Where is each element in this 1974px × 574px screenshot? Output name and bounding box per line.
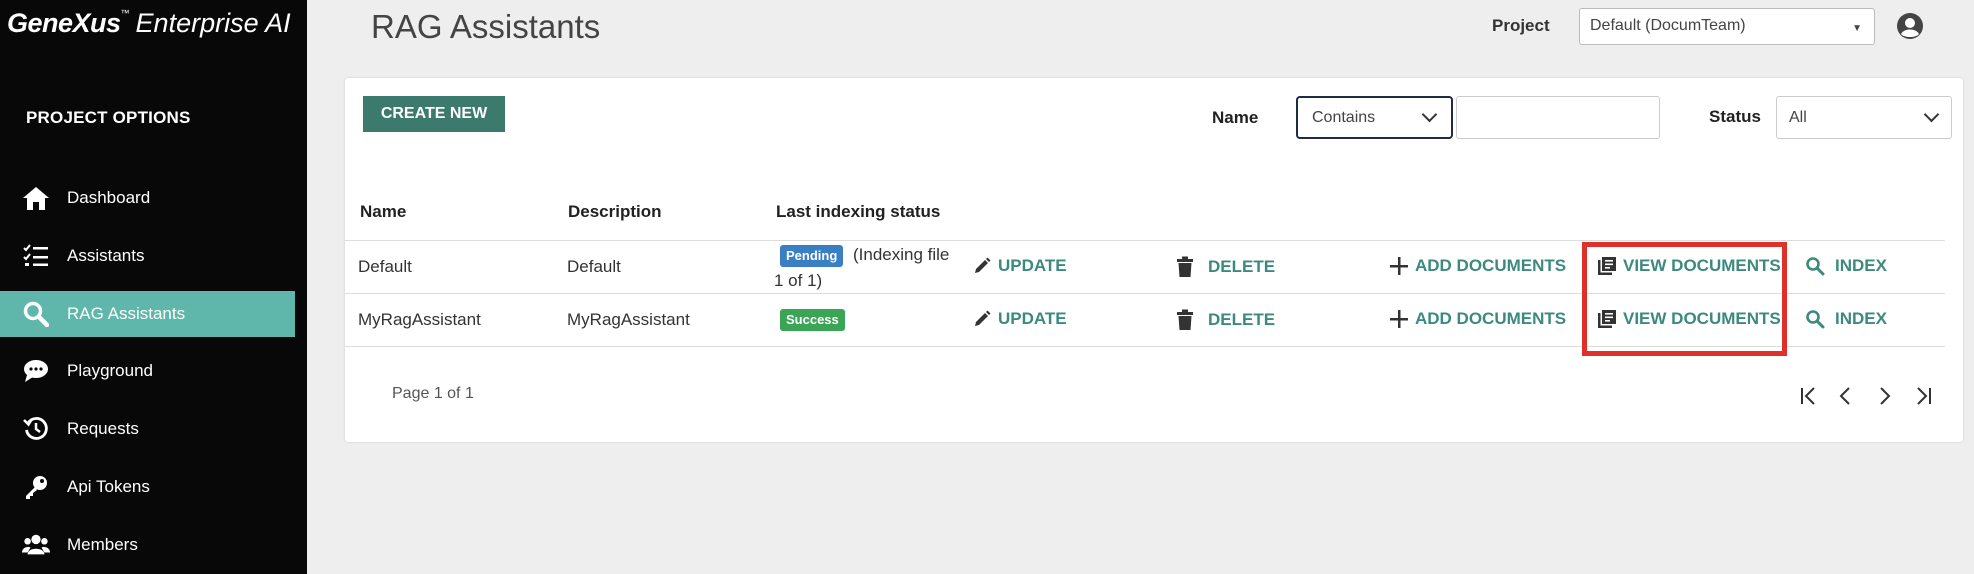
column-header-last-indexing-status[interactable]: Last indexing status: [776, 202, 940, 222]
user-circle-icon[interactable]: [1896, 12, 1924, 40]
status-badge: Pending: [780, 245, 844, 267]
last-page-icon[interactable]: [1911, 384, 1935, 408]
column-header-name[interactable]: Name: [360, 202, 406, 222]
sidebar-item-rag-assistants[interactable]: RAG Assistants: [0, 291, 295, 337]
status-filter-select[interactable]: All: [1776, 96, 1952, 139]
trash-icon: [1177, 256, 1193, 277]
next-page-icon[interactable]: [1872, 384, 1896, 408]
plus-icon: [1390, 257, 1408, 275]
search-icon: [1806, 310, 1825, 329]
search-icon: [1806, 257, 1825, 276]
sidebar-item-assistants[interactable]: Assistants: [0, 233, 295, 279]
project-select[interactable]: Default (DocumTeam) ▼: [1579, 8, 1875, 45]
logo-product: Enterprise AI: [135, 8, 291, 38]
logo-tm: ™: [120, 8, 130, 18]
chevron-down-icon: [1923, 106, 1940, 123]
row-name: Default: [358, 257, 412, 276]
name-filter-operator-value: Contains: [1312, 109, 1376, 126]
highlight-annotation: [1582, 242, 1787, 356]
sidebar-item-playground[interactable]: Playground: [0, 348, 295, 394]
status-filter-label: Status: [1709, 107, 1761, 126]
name-filter-label: Name: [1212, 108, 1259, 127]
sidebar-item-label: Api Tokens: [67, 477, 150, 496]
update-button[interactable]: UPDATE: [972, 256, 1067, 276]
status-badge: Success: [780, 309, 845, 331]
pencil-icon: [975, 257, 991, 273]
index-label: INDEX: [1835, 256, 1887, 275]
add-documents-button[interactable]: ADD DOCUMENTS: [1389, 309, 1566, 329]
history-icon: [22, 415, 50, 443]
home-icon: [22, 184, 50, 212]
previous-page-icon[interactable]: [1834, 384, 1858, 408]
sidebar-item-members[interactable]: Members: [0, 522, 295, 568]
name-filter-operator-select[interactable]: Contains: [1296, 96, 1453, 139]
caret-down-icon: ▼: [1852, 23, 1862, 34]
delete-button[interactable]: DELETE: [1176, 256, 1275, 278]
project-select-value: Default (DocumTeam): [1590, 17, 1746, 34]
index-button[interactable]: INDEX: [1805, 309, 1887, 329]
row-description: Default: [567, 257, 621, 276]
add-documents-button[interactable]: ADD DOCUMENTS: [1389, 256, 1566, 276]
sidebar-item-label: Dashboard: [67, 188, 151, 207]
index-button[interactable]: INDEX: [1805, 256, 1887, 276]
add-documents-label: ADD DOCUMENTS: [1415, 309, 1567, 328]
app-logo[interactable]: GeneXus™ Enterprise AI: [7, 8, 291, 39]
users-icon: [22, 531, 50, 559]
key-icon: [22, 473, 50, 501]
delete-label: DELETE: [1208, 310, 1276, 329]
checklist-icon: [22, 242, 50, 270]
update-label: UPDATE: [998, 309, 1067, 328]
name-filter-input[interactable]: [1456, 96, 1660, 139]
sidebar-item-requests[interactable]: Requests: [0, 406, 295, 452]
sidebar-item-label: Playground: [67, 361, 154, 380]
delete-button[interactable]: DELETE: [1176, 309, 1275, 331]
status-note: (Indexing file: [853, 245, 950, 264]
sidebar-section-title: PROJECT OPTIONS: [26, 108, 191, 127]
trash-icon: [1177, 309, 1193, 330]
page-info: Page 1 of 1: [392, 385, 474, 402]
sidebar-item-label: Members: [67, 535, 138, 554]
logo-brand: GeneXus: [7, 8, 121, 38]
status-note: 1 of 1): [774, 271, 823, 290]
sidebar-item-label: Requests: [67, 419, 139, 438]
sidebar-item-label: Assistants: [67, 246, 145, 265]
column-header-description[interactable]: Description: [568, 202, 662, 222]
page-title: RAG Assistants: [371, 8, 601, 45]
table-row-divider: [345, 240, 1945, 241]
plus-icon: [1390, 310, 1408, 328]
sidebar-item-dashboard[interactable]: Dashboard: [0, 175, 295, 221]
index-label: INDEX: [1835, 309, 1887, 328]
sidebar-item-label: RAG Assistants: [67, 304, 186, 323]
delete-label: DELETE: [1208, 257, 1276, 276]
row-name: MyRagAssistant: [358, 310, 481, 329]
sidebar-item-api-tokens[interactable]: Api Tokens: [0, 464, 295, 510]
pencil-icon: [975, 310, 991, 326]
update-label: UPDATE: [998, 256, 1067, 275]
search-icon: [22, 300, 50, 328]
status-filter-value: All: [1789, 109, 1807, 126]
row-description: MyRagAssistant: [567, 310, 690, 329]
sidebar: GeneXus™ Enterprise AI PROJECT OPTIONS Da…: [0, 0, 307, 574]
project-label: Project: [1492, 16, 1550, 35]
chevron-down-icon: [1421, 106, 1438, 123]
first-page-icon[interactable]: [1797, 384, 1821, 408]
update-button[interactable]: UPDATE: [972, 309, 1067, 329]
add-documents-label: ADD DOCUMENTS: [1415, 256, 1567, 275]
create-new-button[interactable]: CREATE NEW: [363, 96, 505, 132]
chat-icon: [22, 357, 50, 385]
